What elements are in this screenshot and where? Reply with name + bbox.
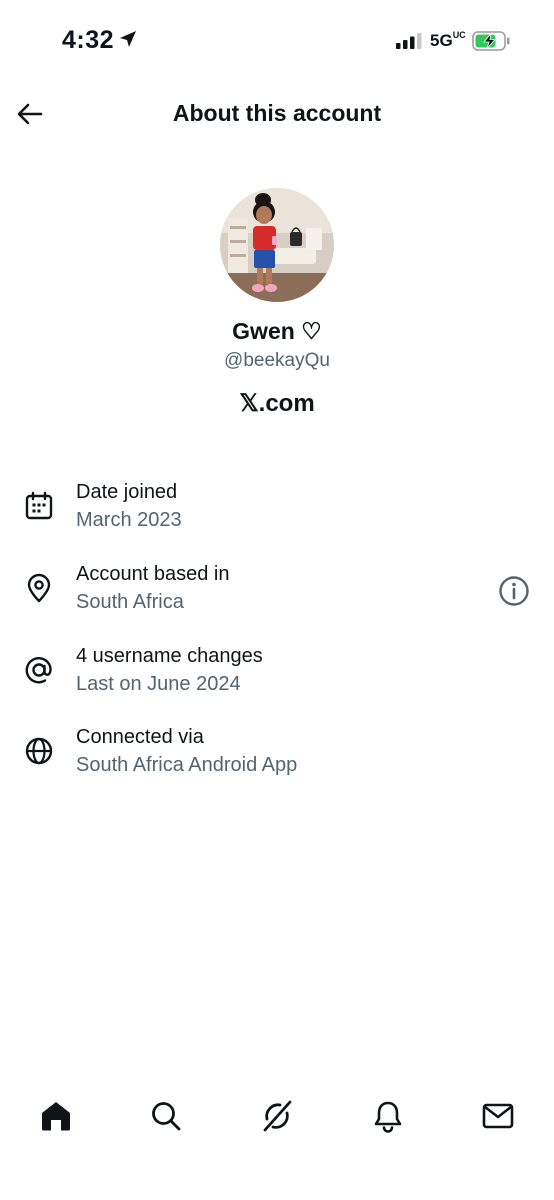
detail-label: Connected via — [76, 726, 204, 748]
detail-label: Account based in — [76, 563, 230, 585]
profile-handle: @beekayQu — [224, 350, 330, 371]
info-icon[interactable] — [498, 575, 530, 607]
messages-envelope-icon[interactable] — [480, 1098, 516, 1134]
battery-charging-icon — [472, 31, 510, 51]
detail-value: South Africa — [76, 591, 184, 613]
page-title: About this account — [172, 100, 382, 126]
platform-label: 𝕏.com — [239, 390, 315, 417]
home-icon[interactable] — [38, 1098, 74, 1134]
network-suffix: UC — [452, 30, 466, 40]
notifications-bell-icon[interactable] — [370, 1098, 406, 1134]
profile-name: Gwen ♡ — [232, 318, 322, 344]
detail-row-date-joined: Date joined March 2023 — [0, 481, 554, 545]
calendar-icon — [25, 491, 53, 520]
status-bar: 4:32 5GUC — [0, 0, 554, 80]
avatar-image — [220, 188, 334, 302]
detail-row-connected-via: Connected via South Africa Android App — [0, 726, 554, 790]
network-type: 5GUC — [430, 31, 466, 51]
detail-row-account-based-in: Account based in South Africa — [0, 563, 554, 627]
avatar[interactable] — [220, 188, 334, 302]
search-icon[interactable] — [148, 1098, 184, 1134]
location-pin-icon — [27, 573, 51, 603]
detail-value: Last on June 2024 — [76, 673, 241, 695]
location-arrow-icon — [120, 31, 136, 47]
globe-icon — [25, 737, 53, 765]
detail-value: March 2023 — [76, 509, 182, 531]
detail-row-username-changes: 4 username changes Last on June 2024 — [0, 645, 554, 709]
at-sign-icon — [25, 657, 52, 684]
detail-label: 4 username changes — [76, 645, 263, 667]
status-time: 4:32 — [62, 26, 115, 54]
grok-icon[interactable] — [259, 1098, 295, 1134]
signal-strength-icon — [396, 33, 422, 49]
detail-value: South Africa Android App — [76, 754, 298, 776]
detail-label: Date joined — [76, 481, 178, 503]
network-label: 5G — [430, 31, 453, 50]
bottom-nav — [0, 1086, 554, 1146]
header: About this account — [0, 88, 554, 144]
